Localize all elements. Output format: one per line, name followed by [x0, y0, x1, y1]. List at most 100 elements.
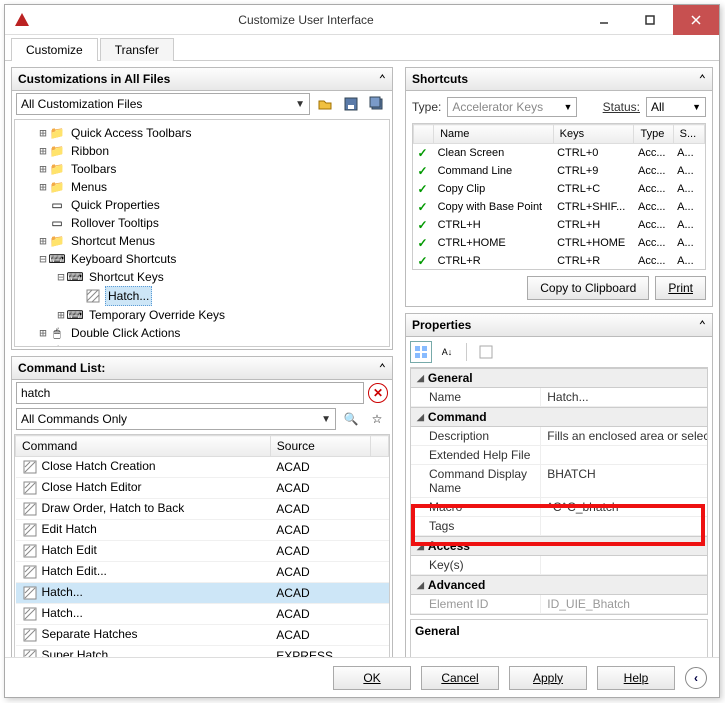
tree-quickprops[interactable]: Quick Properties [69, 196, 162, 214]
tab-transfer[interactable]: Transfer [100, 38, 174, 61]
prop-row[interactable]: DescriptionFills an enclosed area or sel… [411, 427, 707, 446]
tab-customize[interactable]: Customize [11, 38, 98, 61]
tree-rollover[interactable]: Rollover Tooltips [69, 214, 161, 232]
window: Customize User Interface Customize Trans… [4, 4, 720, 698]
search-input[interactable]: hatch [16, 382, 364, 404]
collapse-icon[interactable]: ⊟ [37, 250, 49, 268]
table-row[interactable]: ✓CTRL+HCTRL+HAcc...A... [414, 216, 705, 234]
page-icon: ▭ [49, 197, 65, 213]
table-row[interactable]: Hatch Edit...ACAD [16, 562, 389, 583]
tree-dblclick[interactable]: Double Click Actions [69, 324, 182, 342]
collapse-icon[interactable]: ⌃ [379, 72, 386, 86]
tree-shortcutkeys[interactable]: Shortcut Keys [87, 268, 166, 286]
page-icon: ▭ [49, 215, 65, 231]
prop-category[interactable]: ◢General [411, 368, 707, 388]
tree-toolbars[interactable]: Toolbars [69, 160, 118, 178]
table-row[interactable]: Draw Order, Hatch to BackACAD [16, 499, 389, 520]
check-icon: ✓ [418, 164, 428, 178]
panel-command-list-title: Command List: [18, 361, 105, 375]
tree-menus[interactable]: Menus [69, 178, 109, 196]
copy-clipboard-button[interactable]: Copy to Clipboard [527, 276, 649, 300]
prop-row[interactable]: Element IDID_UIE_Bhatch [411, 595, 707, 614]
tree-shortcutmenus[interactable]: Shortcut Menus [69, 232, 157, 250]
table-row[interactable]: Close Hatch EditorACAD [16, 478, 389, 499]
col-source[interactable]: S... [673, 125, 704, 144]
tree-tempoverride[interactable]: Temporary Override Keys [87, 306, 227, 324]
table-row[interactable]: Hatch...ACAD [16, 583, 389, 604]
prop-row[interactable]: Macro^C^C_bhatch [411, 498, 707, 517]
close-button[interactable] [673, 5, 719, 35]
help-button[interactable]: Help [597, 666, 675, 690]
status-combo[interactable]: All ▼ [646, 97, 706, 117]
command-icon [22, 543, 38, 559]
collapse-icon[interactable]: ⊟ [55, 268, 67, 286]
collapse-icon: ◢ [417, 541, 424, 552]
expand-icon[interactable]: ⊞ [37, 160, 49, 178]
panel-customizations-title: Customizations in All Files [18, 72, 170, 86]
expand-icon[interactable]: ⊞ [37, 178, 49, 196]
col-type[interactable]: Type [634, 125, 673, 144]
prop-row[interactable]: NameHatch... [411, 388, 707, 407]
command-icon [22, 564, 38, 580]
toggle-panes-button[interactable]: ‹ [685, 667, 707, 689]
collapse-icon[interactable]: ⌃ [379, 361, 386, 375]
expand-icon[interactable]: ⊞ [37, 142, 49, 160]
apply-button[interactable]: Apply [509, 666, 587, 690]
save-icon[interactable] [340, 93, 362, 115]
type-combo[interactable]: Accelerator Keys ▼ [447, 97, 577, 117]
table-row[interactable]: ✓CTRL+HOMECTRL+HOMEAcc...A... [414, 234, 705, 252]
prop-category[interactable]: ◢Advanced [411, 575, 707, 595]
table-row[interactable]: Hatch...ACAD [16, 604, 389, 625]
collapse-icon[interactable]: ⌃ [699, 72, 706, 86]
tree-hatch[interactable]: Hatch... [105, 286, 152, 306]
prop-row[interactable]: Key(s) [411, 556, 707, 575]
command-icon [22, 627, 38, 643]
maximize-button[interactable] [627, 5, 673, 35]
table-row[interactable]: Close Hatch CreationACAD [16, 457, 389, 478]
minimize-button[interactable] [581, 5, 627, 35]
alpha-sort-icon[interactable]: A↓ [436, 341, 458, 363]
expand-icon[interactable]: ⊞ [55, 306, 67, 324]
cancel-button[interactable]: Cancel [421, 666, 499, 690]
favorite-icon[interactable]: ☆ [366, 408, 388, 430]
tree-mouse[interactable]: Mouse Buttons [69, 342, 153, 347]
table-row[interactable]: Separate HatchesACAD [16, 625, 389, 646]
tree-qat[interactable]: Quick Access Toolbars [69, 124, 194, 142]
clear-search-button[interactable]: ✕ [368, 383, 388, 403]
open-icon[interactable] [314, 93, 336, 115]
prop-row[interactable]: Command Display NameBHATCH [411, 465, 707, 498]
col-name[interactable]: Name [434, 125, 554, 144]
check-icon: ✓ [418, 218, 428, 232]
grid-icon[interactable] [475, 341, 497, 363]
expand-icon[interactable]: ⊞ [37, 324, 49, 342]
print-button[interactable]: Print [655, 276, 706, 300]
table-row[interactable]: ✓Copy with Base PointCTRL+SHIF...Acc...A… [414, 198, 705, 216]
col-command[interactable]: Command [16, 436, 271, 457]
categorized-icon[interactable] [410, 341, 432, 363]
expand-icon[interactable]: ⊞ [37, 232, 49, 250]
tree-ribbon[interactable]: Ribbon [69, 142, 111, 160]
prop-row[interactable]: Tags [411, 517, 707, 536]
prop-row[interactable]: Extended Help File [411, 446, 707, 465]
table-row[interactable]: Hatch EditACAD [16, 541, 389, 562]
table-row[interactable]: ✓Command LineCTRL+9Acc...A... [414, 162, 705, 180]
filter-combo[interactable]: All Commands Only ▼ [16, 408, 336, 430]
customization-files-combo[interactable]: All Customization Files ▼ [16, 93, 310, 115]
table-row[interactable]: ✓Copy ClipCTRL+CAcc...A... [414, 180, 705, 198]
ok-button[interactable]: OK [333, 666, 411, 690]
expand-icon[interactable]: ⊞ [37, 124, 49, 142]
folder-icon: 📁 [49, 161, 65, 177]
col-source[interactable]: Source [270, 436, 370, 457]
titlebar: Customize User Interface [5, 5, 719, 35]
prop-category[interactable]: ◢Access [411, 536, 707, 556]
find-icon[interactable]: 🔍 [340, 408, 362, 430]
prop-category[interactable]: ◢Command [411, 407, 707, 427]
save-all-icon[interactable] [366, 93, 388, 115]
expand-icon[interactable]: ⊞ [37, 342, 49, 347]
col-keys[interactable]: Keys [553, 125, 634, 144]
tree-kbshortcuts[interactable]: Keyboard Shortcuts [69, 250, 178, 268]
table-row[interactable]: ✓Clean ScreenCTRL+0Acc...A... [414, 144, 705, 163]
table-row[interactable]: ✓CTRL+RCTRL+RAcc...A... [414, 252, 705, 270]
collapse-icon[interactable]: ⌃ [699, 318, 706, 332]
table-row[interactable]: Edit HatchACAD [16, 520, 389, 541]
